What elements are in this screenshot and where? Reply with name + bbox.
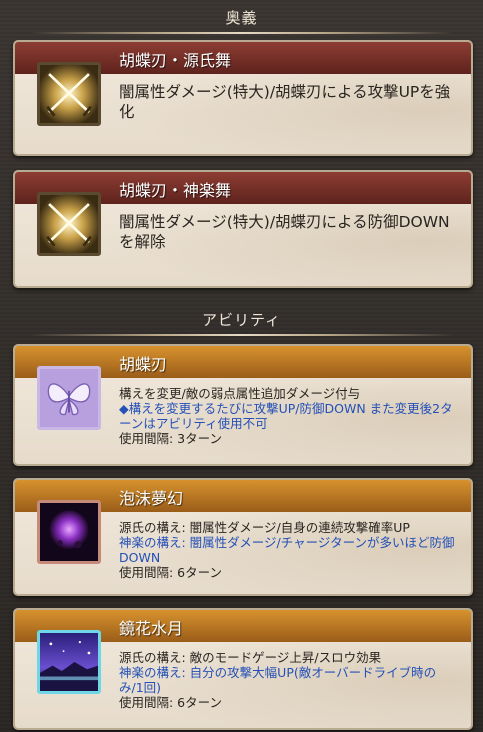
ability-name: 泡沫夢幻	[119, 489, 184, 508]
ability-name: 胡蝶刃	[119, 355, 168, 374]
ability-description: 源氏の構え: 敵のモードゲージ上昇/スロウ効果 神楽の構え: 自分の攻撃大幅UP…	[119, 650, 457, 710]
ougi-name: 胡蝶刃・神楽舞	[119, 181, 232, 200]
ability-note: 神楽の構え: 自分の攻撃大幅UP(敵オーバードライブ時のみ/1回)	[119, 665, 437, 695]
ability-effect: 源氏の構え: 敵のモードゲージ上昇/スロウ効果	[119, 650, 382, 665]
ability-note: ◆構えを変更するたびに攻撃UP/防御DOWN また変更後2ターンはアビリティ使用…	[119, 401, 453, 431]
ability-cooldown: 使用間隔: 3ターン	[119, 431, 223, 446]
night-sky-icon	[37, 630, 101, 694]
skill-list-panel: 奥義 胡蝶刃・源氏舞 闇属性ダメージ(特大)/胡蝶刃による攻撃UPを強化 胡蝶刃…	[0, 0, 483, 732]
ability-effect: 源氏の構え: 闇属性ダメージ/自身の連続攻撃確率UP	[119, 520, 410, 535]
ability-cooldown: 使用間隔: 6ターン	[119, 695, 223, 710]
ougi-section-header: 奥義	[30, 4, 453, 38]
purple-moon-icon	[37, 500, 101, 564]
divider	[30, 334, 453, 336]
ability-card-1[interactable]: 胡蝶刃 構えを変更/敵の弱点属性追加ダメージ付与 ◆構えを変更するたびに攻撃UP…	[13, 344, 473, 466]
ougi-card-1[interactable]: 胡蝶刃・源氏舞 闇属性ダメージ(特大)/胡蝶刃による攻撃UPを強化	[13, 40, 473, 156]
ability-cooldown: 使用間隔: 6ターン	[119, 565, 223, 580]
divider	[30, 32, 453, 34]
ability-description: 源氏の構え: 闇属性ダメージ/自身の連続攻撃確率UP 神楽の構え: 闇属性ダメー…	[119, 520, 457, 580]
ability-name: 鏡花水月	[119, 619, 184, 638]
ougi-description: 闇属性ダメージ(特大)/胡蝶刃による防御DOWNを解除	[119, 213, 450, 251]
ougi-section-title: 奥義	[225, 8, 258, 27]
ability-card-2[interactable]: 泡沫夢幻 源氏の構え: 闇属性ダメージ/自身の連続攻撃確率UP 神楽の構え: 闇…	[13, 478, 473, 596]
crossed-swords-icon	[37, 62, 101, 126]
ability-note: 神楽の構え: 闇属性ダメージ/チャージターンが多いほど防御DOWN	[119, 535, 455, 565]
butterfly-icon	[37, 366, 101, 430]
crossed-swords-icon	[37, 192, 101, 256]
ability-effect: 構えを変更/敵の弱点属性追加ダメージ付与	[119, 386, 361, 401]
ability-card-3[interactable]: 鏡花水月 源氏の構え: 敵のモードゲージ上昇/スロウ効果 神楽の構え: 自分の攻…	[13, 608, 473, 730]
ougi-description: 闇属性ダメージ(特大)/胡蝶刃による攻撃UPを強化	[119, 83, 451, 121]
ougi-name: 胡蝶刃・源氏舞	[119, 51, 232, 70]
ability-description: 構えを変更/敵の弱点属性追加ダメージ付与 ◆構えを変更するたびに攻撃UP/防御D…	[119, 386, 457, 446]
ougi-card-2[interactable]: 胡蝶刃・神楽舞 闇属性ダメージ(特大)/胡蝶刃による防御DOWNを解除	[13, 170, 473, 288]
ability-section-header: アビリティ	[30, 306, 453, 340]
ability-section-title: アビリティ	[201, 310, 282, 329]
